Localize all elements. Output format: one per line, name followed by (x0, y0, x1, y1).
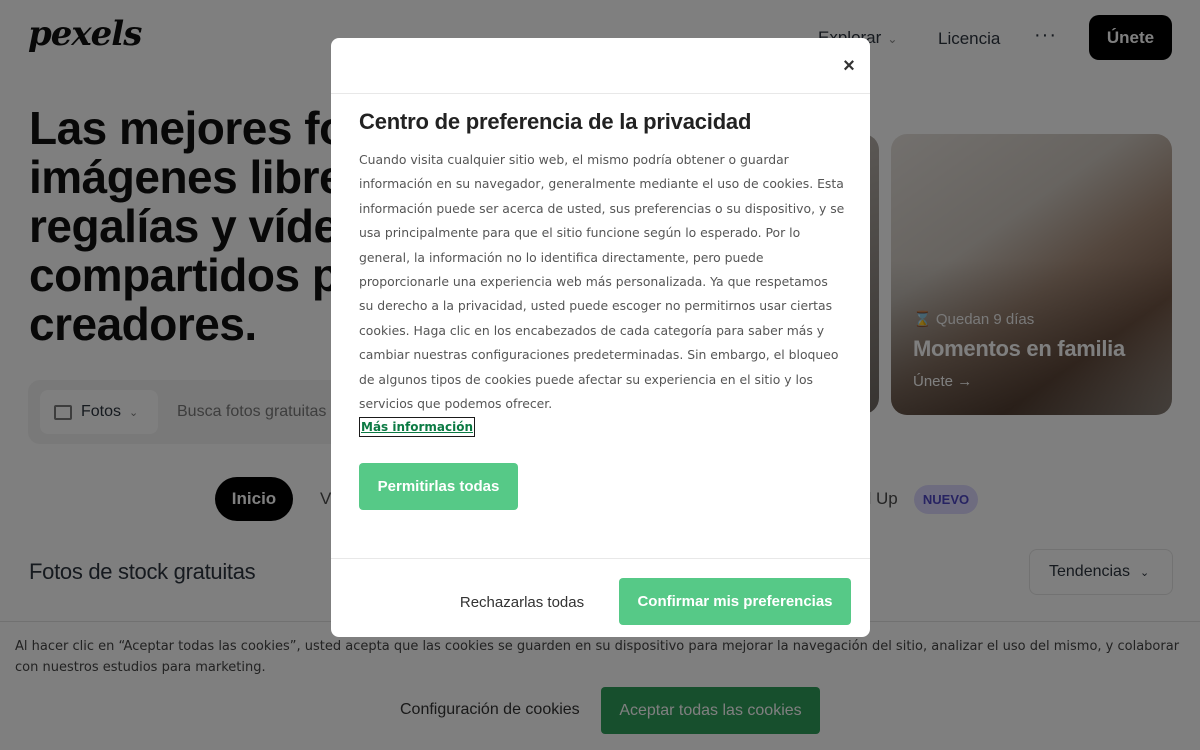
confirm-preferences-button[interactable]: Confirmar mis preferencias (619, 578, 851, 625)
close-icon[interactable]: × (839, 56, 859, 76)
allow-all-button[interactable]: Permitirlas todas (359, 463, 518, 510)
more-info-link[interactable]: Más información (359, 417, 476, 437)
modal-header: × (331, 38, 870, 94)
modal-footer: Rechazarlas todas Confirmar mis preferen… (331, 558, 870, 637)
modal-description: Cuando visita cualquier sitio web, el mi… (359, 152, 845, 412)
privacy-preference-modal: × Centro de preferencia de la privacidad… (331, 38, 870, 637)
banner-backdrop (0, 621, 1200, 750)
modal-title: Centro de preferencia de la privacidad (359, 109, 752, 134)
reject-all-button[interactable]: Rechazarlas todas (450, 579, 594, 625)
